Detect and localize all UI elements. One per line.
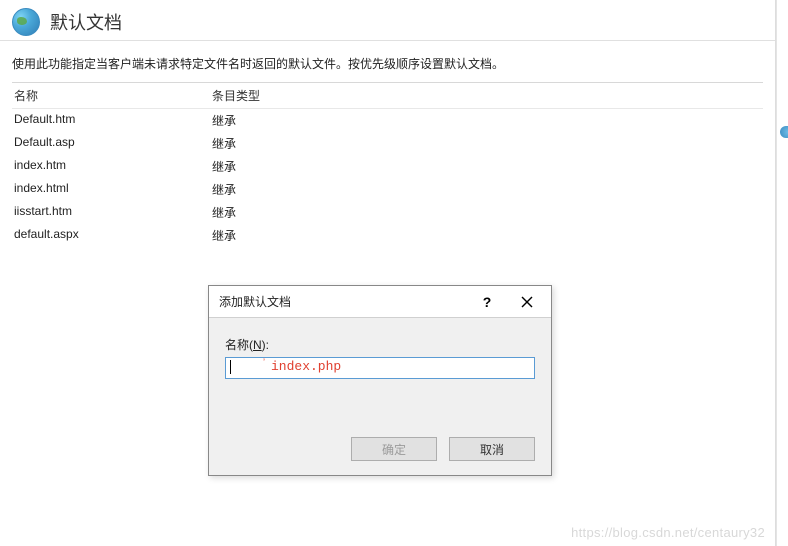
table-row[interactable]: index.html 继承 [12, 178, 763, 201]
cell-type: 继承 [212, 181, 332, 198]
cell-type: 继承 [212, 204, 332, 221]
partial-globe-icon [780, 126, 788, 138]
table-row[interactable]: Default.asp 继承 [12, 132, 763, 155]
add-default-document-dialog: 添加默认文档 ? 名称(N): ’ index.php [208, 285, 552, 476]
ok-button[interactable]: 确定 [351, 437, 437, 461]
cell-type: 继承 [212, 158, 332, 175]
column-header-name[interactable]: 名称 [12, 87, 212, 104]
name-input[interactable] [225, 357, 535, 379]
cell-name: index.html [12, 181, 212, 198]
watermark-text: https://blog.csdn.net/centaury32 [571, 525, 765, 540]
table-row[interactable]: iisstart.htm 继承 [12, 201, 763, 224]
cell-name: Default.asp [12, 135, 212, 152]
globe-icon [12, 8, 40, 36]
name-label-prefix: 名称( [225, 338, 253, 352]
help-icon: ? [483, 294, 492, 310]
grid-header-row: 名称 条目类型 [12, 83, 763, 109]
name-label: 名称(N): [225, 336, 535, 353]
cell-type: 继承 [212, 227, 332, 244]
dialog-body: 名称(N): ’ index.php [209, 318, 551, 387]
cell-name: default.aspx [12, 227, 212, 244]
cell-type: 继承 [212, 112, 332, 129]
cancel-button[interactable]: 取消 [449, 437, 535, 461]
name-label-accesskey: N [253, 338, 262, 352]
cell-name: Default.htm [12, 112, 212, 129]
close-button[interactable] [507, 288, 547, 316]
close-icon [521, 296, 533, 308]
table-row[interactable]: index.htm 继承 [12, 155, 763, 178]
cell-type: 继承 [212, 135, 332, 152]
right-pane-edge [776, 0, 788, 546]
dialog-title: 添加默认文档 [219, 293, 467, 310]
dialog-button-row: 确定 取消 [209, 387, 551, 475]
page-header: 默认文档 [0, 0, 775, 41]
dialog-titlebar[interactable]: 添加默认文档 ? [209, 286, 551, 318]
default-documents-grid: 名称 条目类型 Default.htm 继承 Default.asp 继承 in… [12, 82, 763, 247]
grid-body: Default.htm 继承 Default.asp 继承 index.htm … [12, 109, 763, 247]
column-header-type[interactable]: 条目类型 [212, 87, 332, 104]
cell-name: iisstart.htm [12, 204, 212, 221]
table-row[interactable]: default.aspx 继承 [12, 224, 763, 247]
cell-name: index.htm [12, 158, 212, 175]
name-input-wrap: ’ index.php [225, 357, 535, 379]
table-row[interactable]: Default.htm 继承 [12, 109, 763, 132]
help-button[interactable]: ? [467, 288, 507, 316]
page-description: 使用此功能指定当客户端未请求特定文件名时返回的默认文件。按优先级顺序设置默认文档… [0, 41, 775, 82]
name-label-suffix: ): [262, 338, 269, 352]
page-title: 默认文档 [50, 9, 122, 35]
